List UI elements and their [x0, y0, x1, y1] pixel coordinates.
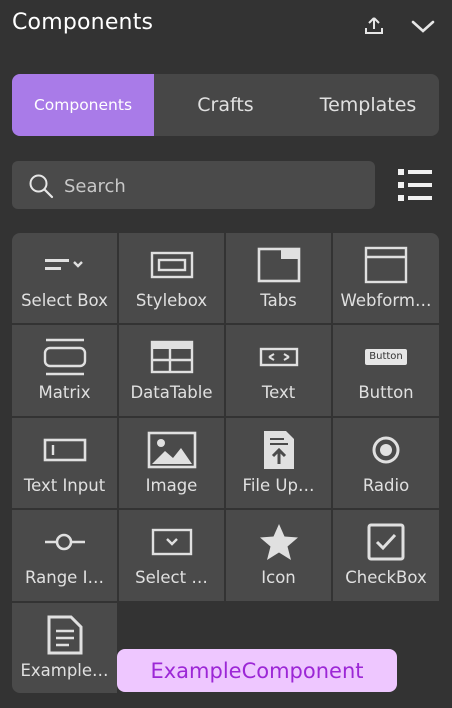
component-example[interactable]: Example… [12, 603, 117, 693]
component-label: Webform… [340, 291, 432, 310]
document-icon [35, 615, 95, 655]
text-input-icon [35, 430, 95, 470]
search-box [12, 161, 375, 211]
component-label: Example… [20, 661, 109, 680]
component-label: Image [145, 476, 198, 495]
component-icon[interactable]: Icon [226, 510, 331, 601]
component-tabs[interactable]: Tabs [226, 233, 331, 323]
select-box-icon [35, 245, 95, 285]
component-label: Tabs [260, 291, 297, 310]
component-label: Select Box [21, 291, 108, 310]
component-label: Text [261, 383, 296, 402]
tab-templates[interactable]: Templates [297, 74, 439, 136]
stylebox-icon [142, 245, 202, 285]
image-icon [142, 430, 202, 470]
tab-components[interactable]: Components [12, 74, 154, 136]
component-label: Select … [135, 568, 208, 587]
component-label: Range I… [25, 568, 104, 587]
component-radio[interactable]: Radio [333, 418, 439, 508]
star-icon [249, 522, 309, 562]
component-text-input[interactable]: Text Input [12, 418, 117, 508]
component-grid: Select Box Stylebox Tabs Webform… Matrix… [12, 233, 439, 693]
component-image[interactable]: Image [119, 418, 224, 508]
component-button[interactable]: Button Button [333, 325, 439, 416]
select-icon [142, 522, 202, 562]
datatable-icon [142, 337, 202, 377]
component-label: Icon [261, 568, 296, 587]
search-input[interactable] [62, 161, 366, 211]
component-datatable[interactable]: DataTable [119, 325, 224, 416]
tab-bar: Components Crafts Templates [12, 74, 439, 136]
export-icon[interactable] [362, 14, 386, 38]
component-checkbox[interactable]: CheckBox [333, 510, 439, 601]
component-range-input[interactable]: Range I… [12, 510, 117, 601]
list-view-icon[interactable] [396, 167, 434, 203]
search-icon [29, 174, 54, 199]
button-icon: Button [356, 337, 416, 377]
component-label: Matrix [38, 383, 91, 402]
range-input-icon [35, 522, 95, 562]
tab-crafts[interactable]: Crafts [154, 74, 297, 136]
panel-header: Components [12, 10, 440, 42]
component-label: Stylebox [135, 291, 208, 310]
component-label: File Up… [242, 476, 315, 495]
component-text[interactable]: Text [226, 325, 331, 416]
panel-title: Components [12, 10, 154, 35]
text-icon [249, 337, 309, 377]
component-matrix[interactable]: Matrix [12, 325, 117, 416]
chevron-down-icon[interactable] [410, 14, 435, 38]
component-label: Button [358, 383, 414, 402]
tabs-icon [249, 245, 309, 285]
webform-icon [356, 245, 416, 285]
component-label: Text Input [23, 476, 106, 495]
checkbox-icon [356, 522, 416, 562]
component-select[interactable]: Select … [119, 510, 224, 601]
component-label: CheckBox [345, 568, 427, 587]
component-label: Radio [362, 476, 410, 495]
component-webform[interactable]: Webform… [333, 233, 439, 323]
matrix-icon [35, 337, 95, 377]
component-tooltip: ExampleComponent [117, 649, 397, 692]
file-upload-icon [249, 430, 309, 470]
radio-icon [356, 430, 416, 470]
component-stylebox[interactable]: Stylebox [119, 233, 224, 323]
component-select-box[interactable]: Select Box [12, 233, 117, 323]
component-label: DataTable [130, 383, 213, 402]
component-file-upload[interactable]: File Up… [226, 418, 331, 508]
